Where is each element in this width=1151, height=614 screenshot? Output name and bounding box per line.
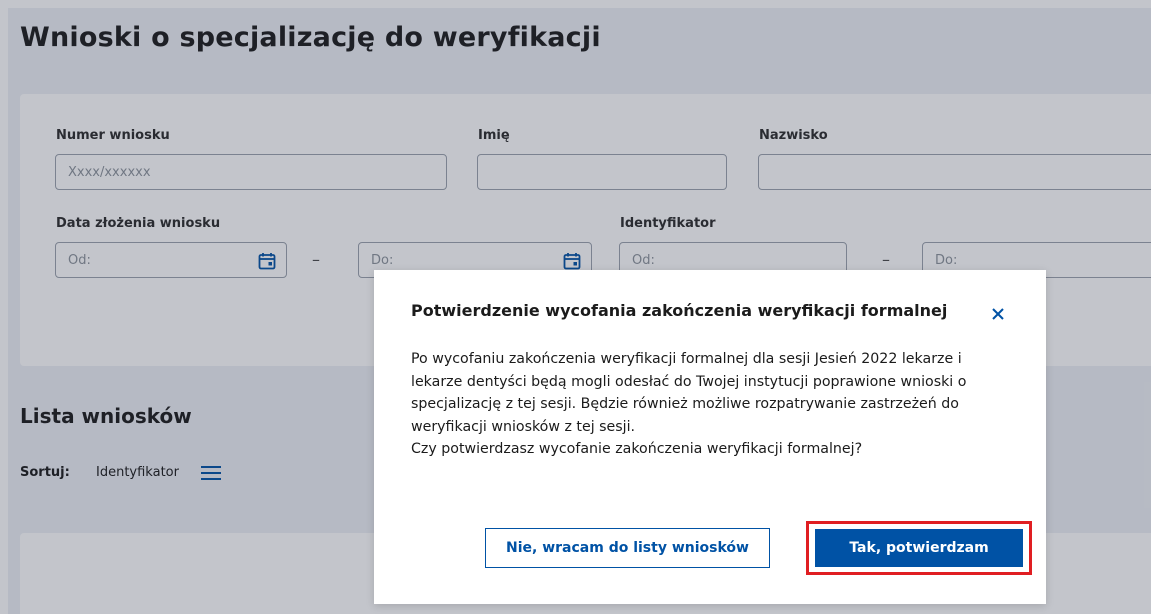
dialog-message-line: lekarze dentyści będą mogli odesłać do T… (411, 373, 967, 390)
close-icon[interactable] (990, 306, 1006, 322)
dialog-message-line: specjalizację z tej sesji. Będzie równie… (411, 396, 959, 412)
dialog-message-line: Po wycofaniu zakończenia weryfikacji for… (411, 351, 962, 367)
confirmation-dialog: Potwierdzenie wycofania zakończenia wery… (374, 270, 1046, 604)
dialog-message-line: weryfikacji wniosków z tej sesji. (411, 418, 636, 435)
dialog-message: Po wycofaniu zakończenia weryfikacji for… (411, 348, 1023, 461)
cancel-button[interactable]: Nie, wracam do listy wniosków (485, 528, 770, 568)
confirm-button[interactable]: Tak, potwierdzam (815, 529, 1023, 567)
dialog-question: Czy potwierdzasz wycofanie zakończenia w… (411, 441, 863, 457)
dialog-title: Potwierdzenie wycofania zakończenia wery… (411, 301, 948, 320)
